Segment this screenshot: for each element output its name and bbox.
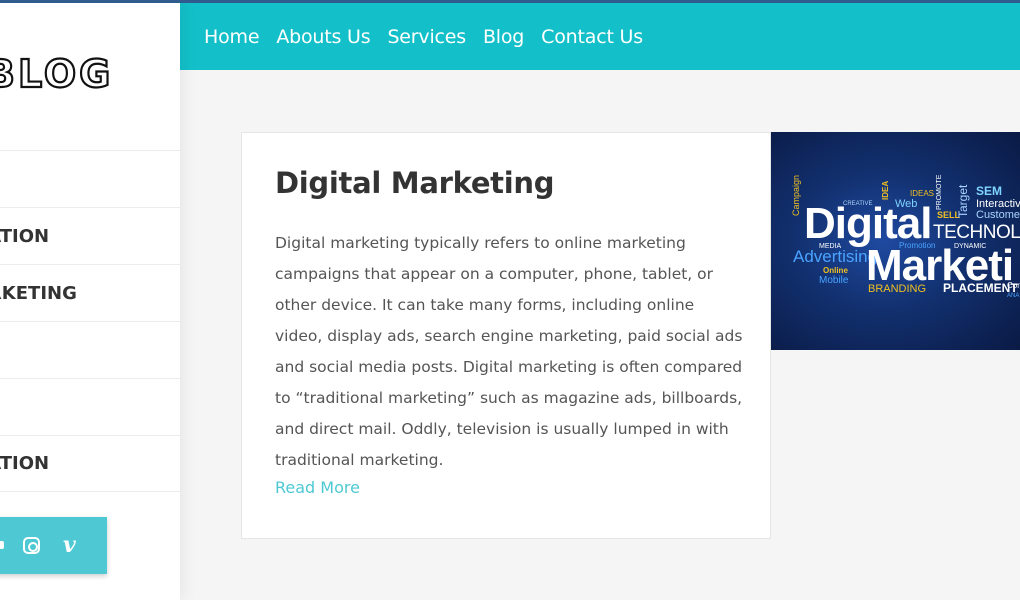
post-title[interactable]: Digital Marketing bbox=[275, 166, 555, 200]
sidebar-menu: N CATION ARKETING N CATION bbox=[0, 150, 180, 492]
sidebar-item-1[interactable]: N bbox=[0, 150, 180, 207]
sidebar: BLOG N CATION ARKETING N CATION v bbox=[0, 0, 180, 600]
post-card: Digital Marketing Digital marketing typi… bbox=[241, 132, 771, 539]
top-navigation-bar: Home Abouts Us Services Blog Contact Us bbox=[180, 3, 1020, 70]
instagram-icon[interactable] bbox=[23, 537, 40, 554]
word-campaign: Campaign bbox=[791, 175, 801, 216]
word-con: Con bbox=[1007, 281, 1020, 290]
word-idea: IDEA bbox=[881, 181, 890, 200]
word-branding: BRANDING bbox=[868, 283, 926, 295]
read-more-link[interactable]: Read More bbox=[275, 478, 360, 497]
nav-blog[interactable]: Blog bbox=[483, 26, 524, 48]
word-sem: SEM bbox=[976, 184, 1002, 198]
nav-home[interactable]: Home bbox=[204, 26, 260, 48]
vimeo-icon[interactable]: v bbox=[63, 532, 76, 558]
word-ana: ANA bbox=[1007, 293, 1019, 299]
sidebar-item-2[interactable]: CATION bbox=[0, 207, 180, 264]
main-nav: Home Abouts Us Services Blog Contact Us bbox=[204, 26, 660, 48]
nav-contact-us[interactable]: Contact Us bbox=[541, 26, 643, 48]
sidebar-item-5[interactable]: N bbox=[0, 378, 180, 435]
word-technology: TECHNOLOG bbox=[933, 222, 1020, 243]
word-customer: Custome bbox=[976, 209, 1020, 221]
site-logo[interactable]: BLOG bbox=[0, 51, 113, 97]
sidebar-item-3[interactable]: ARKETING bbox=[0, 264, 180, 321]
post-featured-image[interactable]: Campaign CREATIVE IDEA IDEAS Web PROMOTE… bbox=[771, 132, 1020, 350]
top-border-line bbox=[0, 0, 1020, 3]
word-cloud-image: Campaign CREATIVE IDEA IDEAS Web PROMOTE… bbox=[791, 174, 1020, 299]
social-links: v bbox=[0, 517, 107, 574]
sidebar-item-6[interactable]: CATION bbox=[0, 435, 180, 492]
word-advertising: Advertising bbox=[793, 247, 877, 266]
word-online: Online bbox=[823, 266, 848, 275]
post-excerpt: Digital marketing typically refers to on… bbox=[275, 234, 743, 469]
social-icon-partial[interactable] bbox=[0, 541, 4, 549]
sidebar-item-4[interactable] bbox=[0, 321, 180, 378]
nav-services[interactable]: Services bbox=[387, 26, 466, 48]
word-mobile: Mobile bbox=[819, 275, 849, 286]
word-target: Target bbox=[956, 184, 970, 218]
nav-about-us[interactable]: Abouts Us bbox=[276, 26, 370, 48]
image-area-background bbox=[771, 350, 1020, 539]
word-ideas: IDEAS bbox=[910, 189, 934, 198]
word-promote: PROMOTE bbox=[936, 174, 943, 210]
